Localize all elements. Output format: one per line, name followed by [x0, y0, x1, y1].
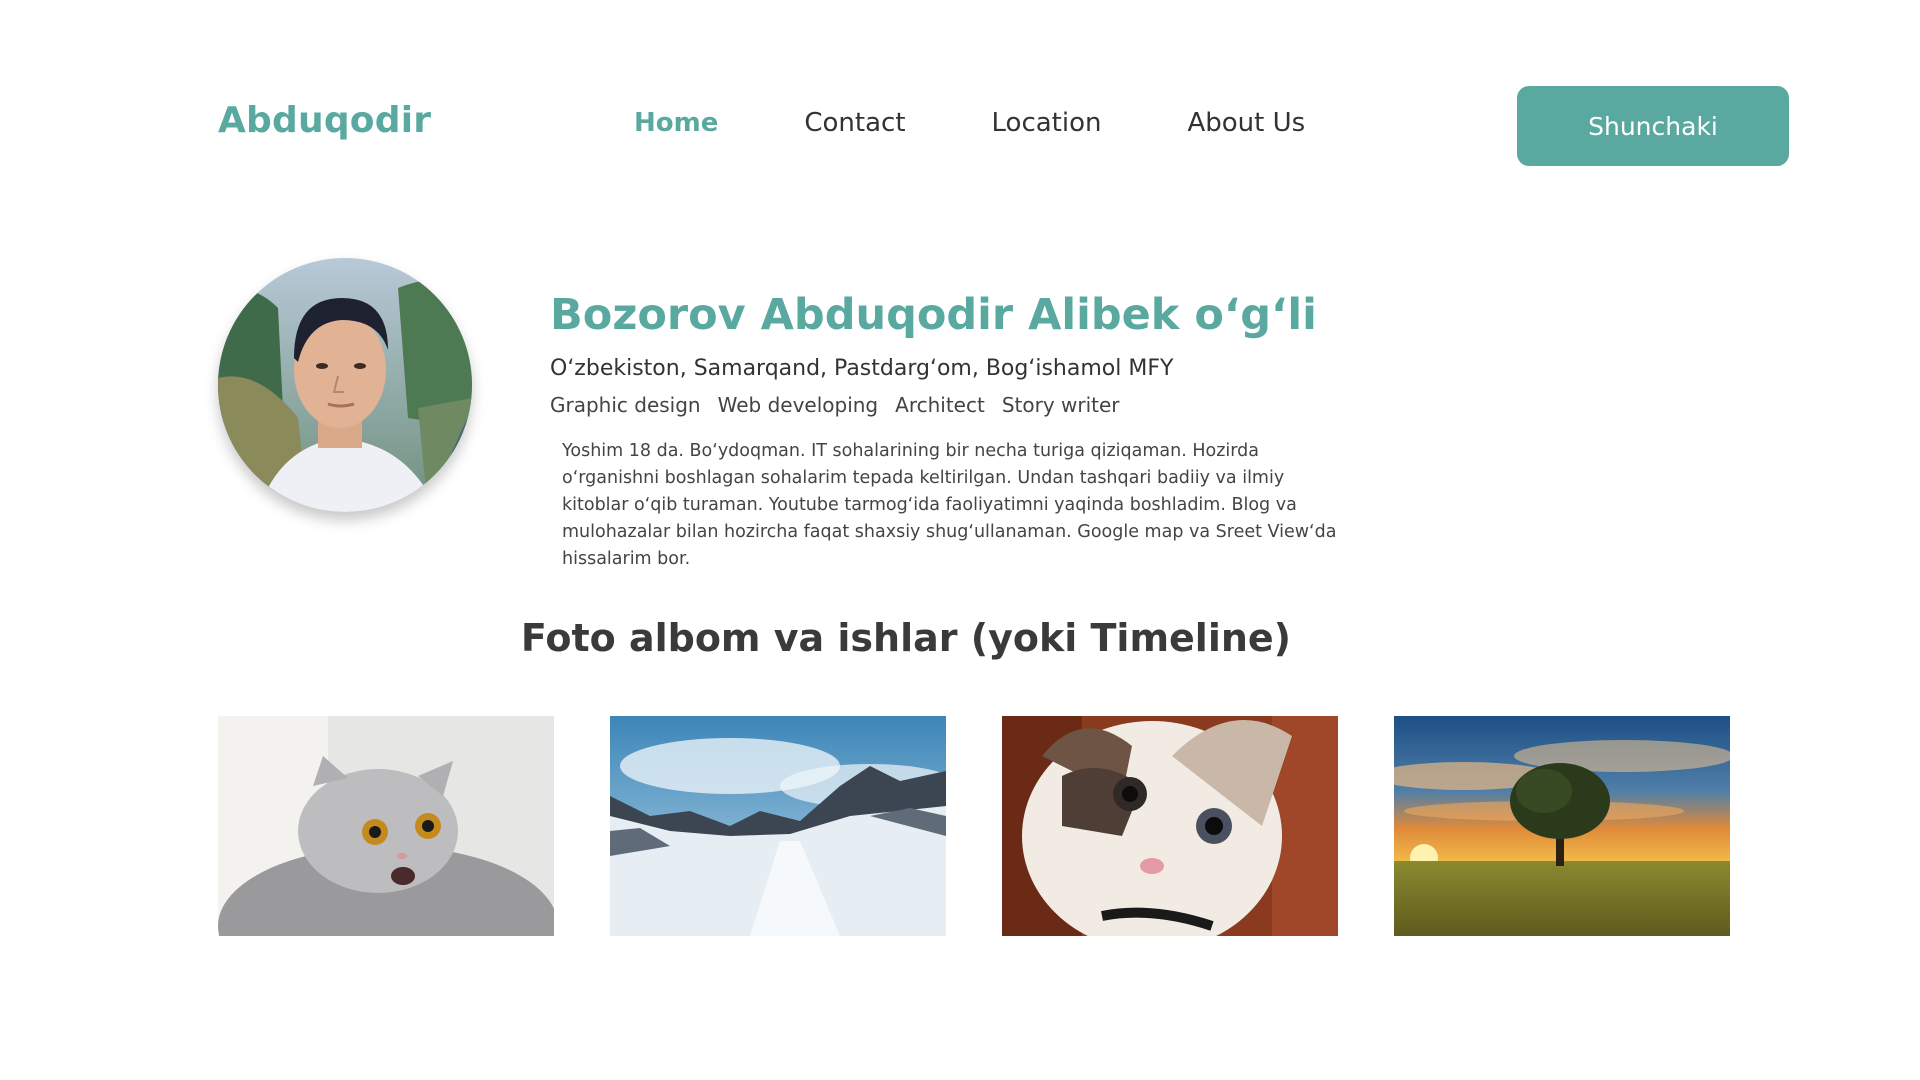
mountain-photo[interactable] — [610, 716, 946, 936]
nav-about-us[interactable]: About Us — [1187, 108, 1305, 138]
profile-bio: Yoshim 18 da. Bo‘ydoqman. IT sohalarinin… — [562, 441, 1337, 569]
tag-architect: Architect — [895, 393, 985, 417]
profile-tags: Graphic design Web developing Architect … — [550, 393, 1137, 417]
profile-name: Bozorov Abduqodir Alibek o‘g‘li — [550, 290, 1317, 340]
page: Abduqodir Home Contact Location About Us… — [0, 0, 1920, 1080]
avatar — [218, 258, 472, 512]
shunchaki-button[interactable]: Shunchaki — [1517, 86, 1789, 166]
photo-gallery — [218, 716, 1730, 936]
tag-web-developing: Web developing — [717, 393, 879, 417]
site-logo[interactable]: Abduqodir — [218, 100, 431, 141]
cat-photo[interactable] — [218, 716, 554, 936]
tag-graphic-design: Graphic design — [550, 393, 701, 417]
avatar-photo — [218, 258, 472, 512]
tree-sunset-photo[interactable] — [1394, 716, 1730, 936]
nav-location[interactable]: Location — [992, 108, 1102, 138]
profile-location: O‘zbekiston, Samarqand, Pastdarg‘om, Bog… — [550, 356, 1174, 381]
tag-story-writer: Story writer — [1001, 393, 1120, 417]
main-nav: Home Contact Location About Us — [634, 108, 1305, 138]
site-header: Abduqodir Home Contact Location About Us… — [218, 86, 1789, 166]
kitten-photo[interactable] — [1002, 716, 1338, 936]
gallery-title: Foto albom va ishlar (yoki Timeline) — [520, 616, 1292, 660]
nav-home[interactable]: Home — [634, 108, 718, 138]
nav-contact[interactable]: Contact — [804, 108, 905, 138]
